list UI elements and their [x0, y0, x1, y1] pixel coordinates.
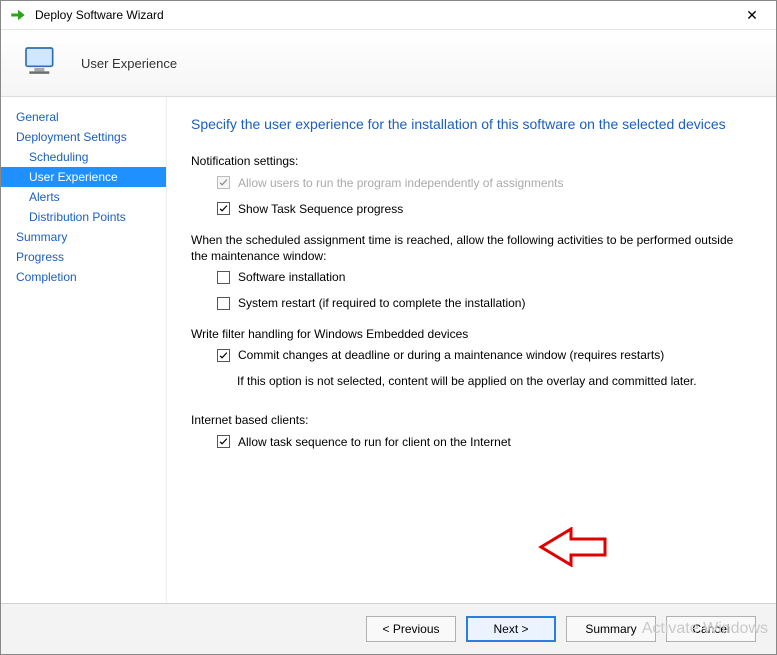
commit-changes-checkbox[interactable] [217, 349, 230, 362]
allow-independent-row: Allow users to run the program independe… [217, 176, 752, 190]
wizard-arrow-icon [9, 6, 27, 24]
nav-item-summary[interactable]: Summary [1, 227, 166, 247]
allow-independent-checkbox [217, 176, 230, 189]
commit-changes-label: Commit changes at deadline or during a m… [238, 348, 664, 362]
page-heading: Specify the user experience for the inst… [191, 115, 752, 134]
page-header-label: User Experience [81, 56, 177, 71]
software-install-checkbox[interactable] [217, 271, 230, 284]
nav-item-completion[interactable]: Completion [1, 267, 166, 287]
previous-button[interactable]: < Previous [366, 616, 456, 642]
nav-item-general[interactable]: General [1, 107, 166, 127]
window-title: Deploy Software Wizard [35, 8, 732, 22]
monitor-icon [21, 43, 61, 83]
commit-changes-row[interactable]: Commit changes at deadline or during a m… [217, 348, 752, 362]
show-ts-progress-checkbox[interactable] [217, 202, 230, 215]
system-restart-label: System restart (if required to complete … [238, 296, 525, 310]
scheduled-assignment-text: When the scheduled assignment time is re… [191, 232, 752, 264]
show-ts-progress-row[interactable]: Show Task Sequence progress [217, 202, 752, 216]
content: Specify the user experience for the inst… [167, 97, 776, 603]
wizard-window: Deploy Software Wizard ✕ User Experience… [0, 0, 777, 655]
software-install-row[interactable]: Software installation [217, 270, 752, 284]
nav-item-progress[interactable]: Progress [1, 247, 166, 267]
notification-settings-label: Notification settings: [191, 154, 752, 168]
system-restart-checkbox[interactable] [217, 297, 230, 310]
show-ts-progress-label: Show Task Sequence progress [238, 202, 403, 216]
body: GeneralDeployment SettingsSchedulingUser… [1, 97, 776, 603]
internet-allow-row[interactable]: Allow task sequence to run for client on… [217, 435, 752, 449]
commit-changes-note: If this option is not selected, content … [237, 374, 752, 388]
nav-item-alerts[interactable]: Alerts [1, 187, 166, 207]
internet-allow-checkbox[interactable] [217, 435, 230, 448]
system-restart-row[interactable]: System restart (if required to complete … [217, 296, 752, 310]
allow-independent-label: Allow users to run the program independe… [238, 176, 564, 190]
page-header: User Experience [1, 30, 776, 97]
button-bar: < Previous Next > Summary Cancel [1, 603, 776, 654]
next-button[interactable]: Next > [466, 616, 556, 642]
nav-item-scheduling[interactable]: Scheduling [1, 147, 166, 167]
nav-item-distribution-points[interactable]: Distribution Points [1, 207, 166, 227]
summary-button[interactable]: Summary [566, 616, 656, 642]
callout-arrow-icon [537, 527, 607, 570]
nav-item-user-experience[interactable]: User Experience [1, 167, 166, 187]
close-button[interactable]: ✕ [732, 1, 772, 29]
internet-clients-label: Internet based clients: [191, 412, 752, 428]
nav-item-deployment-settings[interactable]: Deployment Settings [1, 127, 166, 147]
cancel-button[interactable]: Cancel [666, 616, 756, 642]
write-filter-label: Write filter handling for Windows Embedd… [191, 326, 752, 342]
titlebar: Deploy Software Wizard ✕ [1, 1, 776, 30]
internet-allow-label: Allow task sequence to run for client on… [238, 435, 511, 449]
nav: GeneralDeployment SettingsSchedulingUser… [1, 97, 167, 603]
software-install-label: Software installation [238, 270, 345, 284]
